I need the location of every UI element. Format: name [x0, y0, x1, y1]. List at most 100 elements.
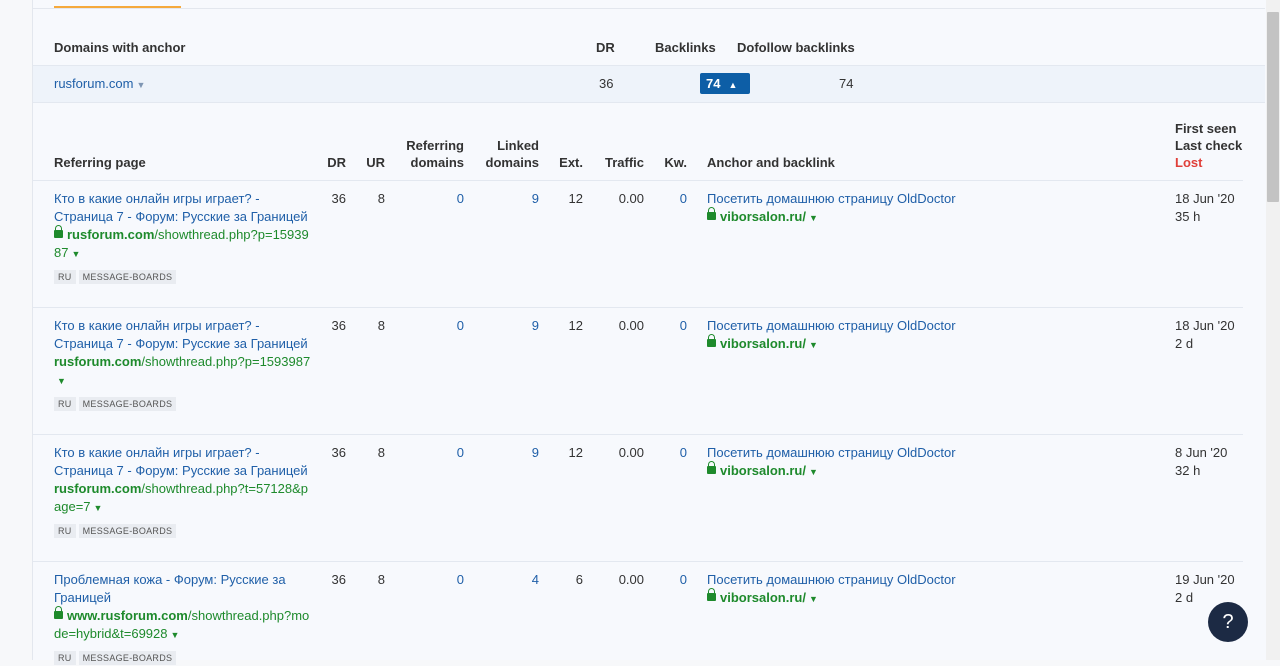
kw-value[interactable]: 0 — [650, 190, 687, 208]
target-domain: viborsalon.ru/ — [720, 209, 806, 224]
referring-page-url[interactable]: rusforum.com/showthread.php?p=1593987▼ — [54, 225, 314, 263]
ext-value: 12 — [568, 318, 583, 333]
kw-value[interactable]: 0 — [650, 571, 687, 589]
table-row: Кто в какие онлайн игры играет? - Страни… — [33, 307, 1243, 434]
last-check-value: 35 h — [1175, 209, 1201, 224]
ext-value: 12 — [568, 445, 583, 460]
header-dr: DR — [596, 40, 615, 55]
anchor-cell: Посетить домашнюю страницу OldDoctor vib… — [707, 444, 1007, 481]
referring-page-title[interactable]: Кто в какие онлайн игры играет? - Страни… — [54, 317, 314, 353]
traffic-value: 0.00 — [618, 572, 644, 587]
dr-value: 36 — [331, 191, 346, 206]
ext-value: 12 — [568, 191, 583, 206]
th-linked-domains[interactable]: Linked domains — [474, 137, 539, 171]
summary-dofollow: 74 — [839, 76, 854, 91]
referring-page-cell: Кто в какие онлайн игры играет? - Страни… — [54, 444, 314, 539]
caret-down-icon[interactable]: ▼ — [170, 630, 179, 640]
th-referring-page[interactable]: Referring page — [54, 154, 146, 171]
ur-value: 8 — [377, 318, 385, 333]
linked-domains-value[interactable]: 9 — [474, 444, 539, 462]
first-seen-value: 19 Jun '20 — [1175, 572, 1235, 587]
caret-down-icon[interactable]: ▼ — [809, 213, 818, 223]
th-linked-domains-line1: Linked — [497, 138, 539, 153]
tag-list: RU MESSAGE-BOARDS — [54, 648, 314, 666]
caret-down-icon[interactable]: ▼ — [809, 340, 818, 350]
summary-row: rusforum.com ▼ 36 74 ▲ 74 — [33, 65, 1265, 103]
referring-domains-value[interactable]: 0 — [394, 571, 464, 589]
scrollbar-thumb[interactable] — [1267, 12, 1279, 202]
anchor-cell: Посетить домашнюю страницу OldDoctor vib… — [707, 317, 1007, 354]
top-divider — [33, 8, 1265, 9]
caret-down-icon[interactable]: ▼ — [57, 376, 66, 386]
table-row: Проблемная кожа - Форум: Русские за Гран… — [33, 561, 1243, 665]
backlinks-toggle-button[interactable]: 74 ▲ — [700, 73, 750, 94]
anchor-text[interactable]: Посетить домашнюю страницу OldDoctor — [707, 190, 1007, 208]
referring-page-url[interactable]: www.rusforum.com/showthread.php?mode=hyb… — [54, 606, 314, 644]
dr-value: 36 — [331, 445, 346, 460]
tag: MESSAGE-BOARDS — [78, 270, 177, 284]
traffic-value: 0.00 — [618, 318, 644, 333]
referring-domains-value[interactable]: 0 — [394, 317, 464, 335]
target-url[interactable]: viborsalon.ru/▼ — [707, 334, 1007, 354]
lock-icon — [54, 225, 63, 238]
anchor-cell: Посетить домашнюю страницу OldDoctor vib… — [707, 571, 1007, 608]
tag-list: RU MESSAGE-BOARDS — [54, 394, 314, 412]
anchor-text[interactable]: Посетить домашнюю страницу OldDoctor — [707, 317, 1007, 335]
th-ur[interactable]: UR — [355, 154, 385, 171]
kw-value[interactable]: 0 — [650, 317, 687, 335]
target-url[interactable]: viborsalon.ru/▼ — [707, 207, 1007, 227]
tag: MESSAGE-BOARDS — [78, 397, 177, 411]
target-url[interactable]: viborsalon.ru/▼ — [707, 461, 1007, 481]
caret-down-icon[interactable]: ▼ — [71, 249, 80, 259]
question-icon: ? — [1222, 611, 1234, 633]
caret-down-icon[interactable]: ▼ — [136, 80, 145, 90]
tag-list: RU MESSAGE-BOARDS — [54, 267, 314, 285]
referring-page-cell: Кто в какие онлайн игры играет? - Страни… — [54, 317, 314, 412]
help-button[interactable]: ? — [1208, 602, 1248, 642]
th-ext[interactable]: Ext. — [548, 154, 583, 171]
tag: RU — [54, 524, 76, 538]
referring-page-title[interactable]: Кто в какие онлайн игры играет? - Страни… — [54, 190, 314, 226]
lock-icon — [707, 588, 716, 601]
th-traffic[interactable]: Traffic — [590, 154, 644, 171]
domain-name[interactable]: rusforum.com — [54, 76, 133, 91]
th-anchor-and-backlink[interactable]: Anchor and backlink — [707, 154, 835, 171]
target-url[interactable]: viborsalon.ru/▼ — [707, 588, 1007, 608]
referring-page-url[interactable]: rusforum.com/showthread.php?t=57128&page… — [54, 480, 314, 517]
linked-domains-value[interactable]: 4 — [474, 571, 539, 589]
anchor-cell: Посетить домашнюю страницу OldDoctor vib… — [707, 190, 1007, 227]
domain-link[interactable]: rusforum.com ▼ — [54, 76, 145, 91]
th-referring-domains[interactable]: Referring domains — [394, 137, 464, 171]
ur-value: 8 — [377, 572, 385, 587]
tag: RU — [54, 651, 76, 665]
ur-value: 8 — [377, 191, 385, 206]
caret-down-icon[interactable]: ▼ — [94, 503, 103, 513]
table-row: Кто в какие онлайн игры играет? - Страни… — [33, 180, 1243, 307]
linked-domains-value[interactable]: 9 — [474, 317, 539, 335]
caret-down-icon[interactable]: ▼ — [809, 594, 818, 604]
last-check-value: 2 d — [1175, 336, 1194, 351]
referring-page-title[interactable]: Проблемная кожа - Форум: Русские за Гран… — [54, 571, 314, 607]
url-domain: rusforum.com — [54, 354, 142, 369]
th-referring-domains-line2: domains — [410, 155, 464, 170]
url-domain: www.rusforum.com — [67, 608, 188, 623]
dr-value: 36 — [331, 318, 346, 333]
tag: RU — [54, 397, 76, 411]
referring-page-url[interactable]: rusforum.com/showthread.php?p=1593987▼ — [54, 353, 314, 390]
referring-page-title[interactable]: Кто в какие онлайн игры играет? - Страни… — [54, 444, 314, 480]
kw-value[interactable]: 0 — [650, 444, 687, 462]
referring-domains-value[interactable]: 0 — [394, 190, 464, 208]
th-dates[interactable]: First seen Last check Lost — [1175, 120, 1242, 171]
th-first-seen: First seen — [1175, 121, 1237, 136]
th-dr[interactable]: DR — [316, 154, 346, 171]
th-kw[interactable]: Kw. — [650, 154, 687, 171]
tag: MESSAGE-BOARDS — [78, 651, 177, 665]
first-seen-value: 18 Jun '20 — [1175, 318, 1235, 333]
anchor-text[interactable]: Посетить домашнюю страницу OldDoctor — [707, 444, 1007, 462]
anchor-text[interactable]: Посетить домашнюю страницу OldDoctor — [707, 571, 1007, 589]
linked-domains-value[interactable]: 9 — [474, 190, 539, 208]
referring-domains-value[interactable]: 0 — [394, 444, 464, 462]
lock-icon — [707, 207, 716, 220]
caret-down-icon[interactable]: ▼ — [809, 467, 818, 477]
header-backlinks: Backlinks — [655, 40, 716, 55]
